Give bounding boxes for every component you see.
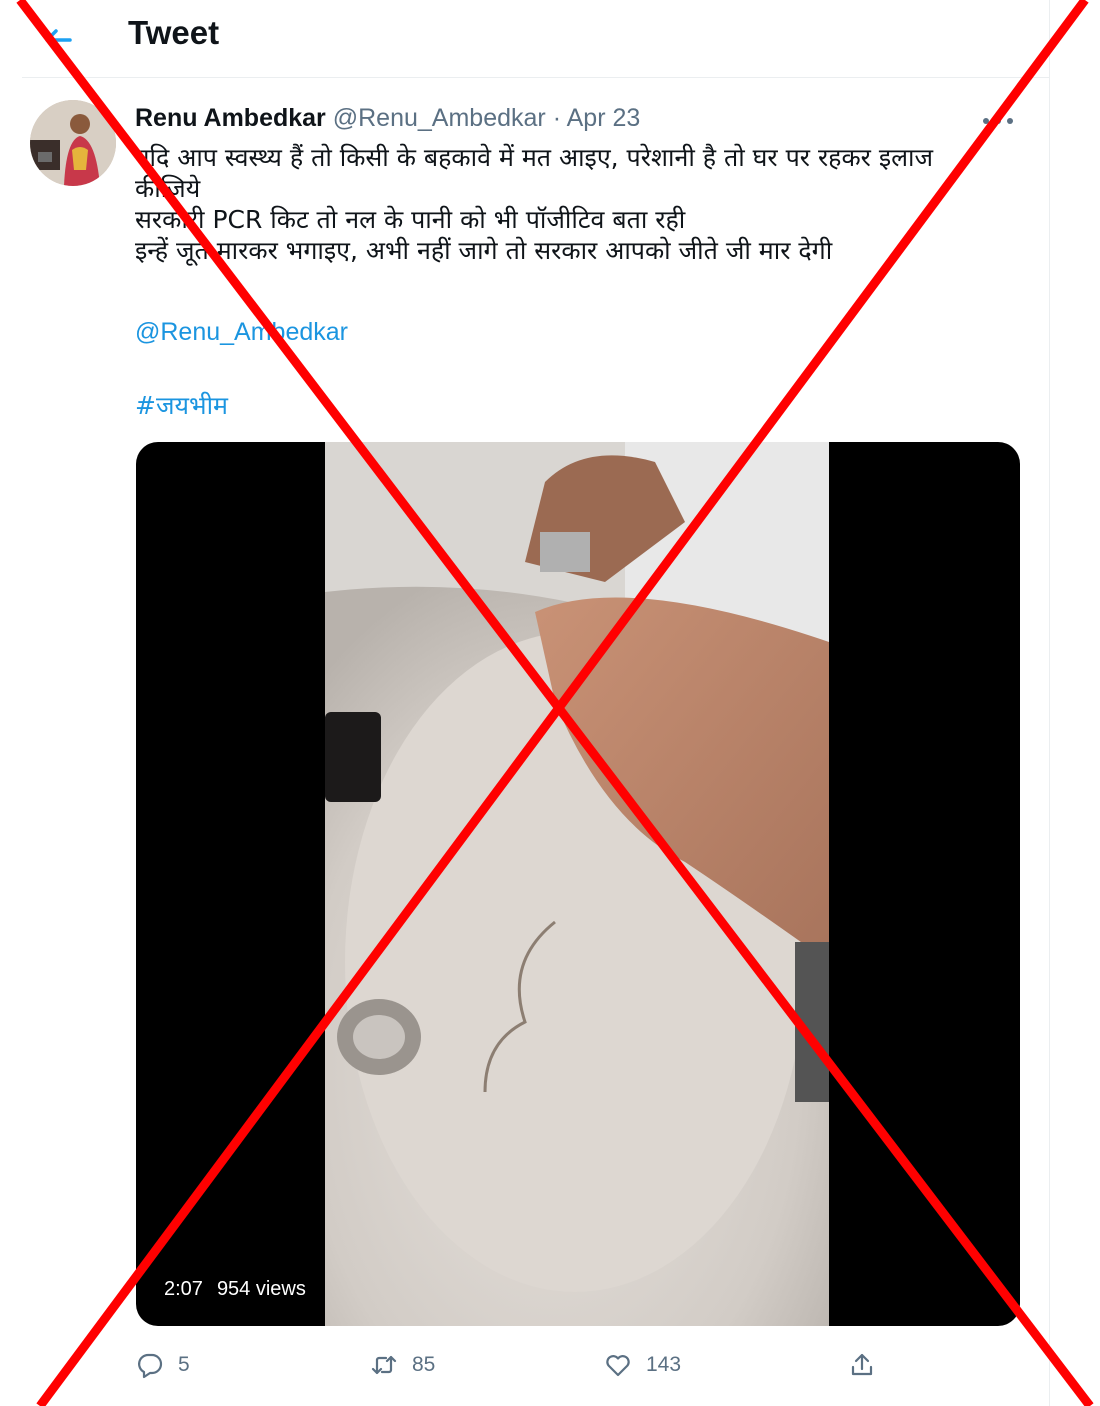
column-border <box>1049 0 1050 1406</box>
share-icon <box>851 1353 873 1376</box>
page-title: Tweet <box>128 14 220 51</box>
avatar-image <box>30 100 116 186</box>
video-stats-badge: 2:07 954 views <box>154 1270 316 1308</box>
tweet-text-line: कीजिये <box>135 174 201 203</box>
video-duration: 2:07 <box>164 1278 203 1300</box>
tweet-text-line: इन्हें जूते मारकर भगाइए, अभी नहीं जागे त… <box>135 236 833 265</box>
tweet-text-line: सरकारी PCR किट तो नल के पानी को भी पॉजीट… <box>135 205 686 234</box>
video-views: 954 views <box>216 1278 306 1300</box>
video-frame <box>325 442 829 1326</box>
back-arrow-icon[interactable] <box>40 22 76 58</box>
reply-icon <box>138 1353 163 1379</box>
share-button[interactable] <box>848 1345 876 1385</box>
separator-dot: · <box>552 104 562 132</box>
tweet-text-line: यदि आप स्वस्थ्य हैं तो किसी के बहकावे मे… <box>135 143 934 172</box>
avatar[interactable] <box>30 100 116 186</box>
tweet-date[interactable]: Apr 23 <box>567 104 641 132</box>
like-count: 143 <box>646 1353 682 1376</box>
header-divider <box>22 77 1050 78</box>
retweet-icon <box>371 1355 397 1375</box>
tweet-author-line: Renu Ambedkar @Renu_Ambedkar · Apr 23 <box>135 104 640 133</box>
like-button[interactable]: 143 <box>604 1345 681 1385</box>
tweet-text: यदि आप स्वस्थ्य हैं तो किसी के बहकावे मे… <box>135 142 1035 266</box>
retweet-count: 85 <box>412 1353 436 1376</box>
tweet-actions: 5 85 143 <box>0 1345 1100 1385</box>
hashtag-link[interactable]: #जयभीम <box>135 388 228 422</box>
author-name[interactable]: Renu Ambedkar <box>135 104 326 132</box>
reply-count: 5 <box>178 1353 190 1376</box>
more-horizontal-icon[interactable] <box>978 116 1018 126</box>
retweet-button[interactable]: 85 <box>370 1345 435 1385</box>
author-handle[interactable]: @Renu_Ambedkar <box>333 104 546 132</box>
page-header: Tweet <box>0 0 1100 78</box>
heart-icon <box>606 1355 630 1377</box>
reply-button[interactable]: 5 <box>136 1345 190 1385</box>
mention-link[interactable]: @Renu_Ambedkar <box>135 318 348 347</box>
video-player[interactable]: 2:07 954 views <box>136 442 1020 1326</box>
